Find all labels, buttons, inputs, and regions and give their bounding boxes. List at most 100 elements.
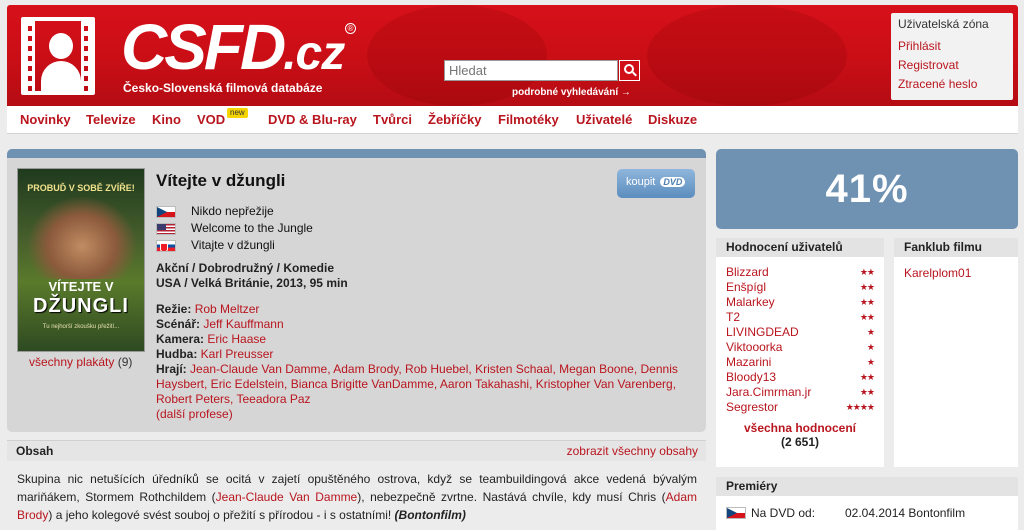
alt-name-row: Nikdo nepřežije (156, 203, 313, 220)
nav-zebricky[interactable]: Žebříčky (428, 112, 481, 127)
cast-links[interactable]: Jean-Claude Van Damme, Adam Brody, Rob H… (156, 362, 678, 406)
nav-diskuze[interactable]: Diskuze (648, 112, 697, 127)
rating-user-link[interactable]: Mazarini (726, 355, 771, 369)
fanclub-member-link[interactable]: Karelplom01 (894, 257, 1018, 280)
summary-text: Skupina nic netušících úředníků se ocitá… (17, 470, 697, 524)
star-rating-icon: ★★ (859, 387, 875, 397)
fanclub-title: Fanklub filmu (894, 238, 1018, 257)
premiere-row: Na DVD od: 02.04.2014 Bontonfilm (716, 504, 1018, 522)
rating-user-link[interactable]: Viktooorka (726, 340, 782, 354)
summary-source: (Bontonfilm) (394, 508, 466, 522)
alt-name: Welcome to the Jungle (191, 221, 313, 235)
summary-part: ) a jeho kolegové svést souboj o přežití… (48, 508, 392, 522)
film-origin: USA / Velká Británie, 2013, 95 min (156, 276, 348, 290)
director-label: Režie: (156, 302, 192, 316)
writer-link[interactable]: Jeff Kauffmann (203, 317, 283, 331)
premiere-label: Na DVD od: (751, 506, 816, 520)
nav-dvd-bluray[interactable]: DVD & Blu-ray (268, 112, 357, 127)
user-rating-row: Jara.Cimrman.jr ★★ (716, 385, 884, 400)
site-logo[interactable]: CSFD.cz (121, 15, 345, 86)
user-rating-row: Mazarini ★ (716, 355, 884, 370)
show-all-summaries-link[interactable]: zobrazit všechny obsahy (567, 444, 698, 458)
user-rating-row: LIVINGDEAD ★ (716, 325, 884, 340)
czech-flag-icon (726, 507, 746, 519)
star-rating-icon: ★★ (859, 282, 875, 292)
rating-user-link[interactable]: T2 (726, 310, 740, 324)
logo-film-icon[interactable] (21, 17, 95, 95)
header-decoration (647, 5, 847, 106)
rating-user-link[interactable]: Enšpígl (726, 280, 766, 294)
star-rating-icon: ★★★★ (845, 402, 875, 412)
rating-user-link[interactable]: Bloody13 (726, 370, 776, 384)
nav-televize[interactable]: Televize (86, 112, 136, 127)
alt-name-row: Vitajte v džungli (156, 237, 313, 254)
fanclub-panel: Fanklub filmu Karelplom01 (894, 238, 1018, 467)
poster-tagline: PROBUĎ V SOBĚ ZVÍŘE! (27, 183, 135, 193)
advanced-search-link[interactable]: podrobné vyhledávání → (512, 87, 631, 98)
rating-user-link[interactable]: Jara.Cimrman.jr (726, 385, 811, 399)
buy-dvd-button[interactable]: koupit DVD (617, 169, 695, 198)
film-genres-origin: Akční / Dobrodružný / Komedie USA / Velk… (156, 261, 348, 291)
nav-vod[interactable]: VOD (197, 112, 225, 127)
music-link[interactable]: Karl Preusser (201, 347, 274, 361)
nav-tvurci[interactable]: Tvůrci (373, 112, 412, 127)
alt-name-row: Welcome to the Jungle (156, 220, 313, 237)
czech-flag-icon (156, 205, 176, 218)
star-rating-icon: ★★ (859, 372, 875, 382)
buy-label: koupit (626, 176, 656, 188)
new-badge: new (227, 108, 248, 118)
rating-user-link[interactable]: Segrestor (726, 400, 778, 414)
alternative-names: Nikdo nepřežije Welcome to the Jungle Vi… (156, 203, 313, 254)
film-genres: Akční / Dobrodružný / Komedie (156, 261, 335, 275)
user-rating-row: Viktooorka ★ (716, 340, 884, 355)
usa-flag-icon (156, 222, 176, 235)
summary-header: Obsah zobrazit všechny obsahy (7, 440, 706, 461)
all-posters-link[interactable]: všechny plakáty (29, 355, 114, 369)
user-ratings-list: Blizzard ★★ Enšpígl ★★ Malarkey ★★ T2 ★★ LIVINGD… (716, 257, 884, 415)
film-title: Vítejte v džungli (156, 171, 286, 190)
user-rating-row: Blizzard ★★ (716, 265, 884, 280)
rating-user-link[interactable]: LIVINGDEAD (726, 325, 799, 339)
poster-small-text: Tu nejhorší zkoušku přežití... (42, 324, 120, 330)
film-crew: Režie: Rob Meltzer Scénář: Jeff Kauffman… (156, 302, 696, 422)
rating-user-link[interactable]: Blizzard (726, 265, 769, 279)
rating-box: 41% (716, 149, 1018, 229)
more-professions-link[interactable]: (další profese) (156, 407, 233, 421)
director-link[interactable]: Rob Meltzer (195, 302, 260, 316)
alt-name: Vitajte v džungli (191, 238, 275, 252)
premiere-date: 02.04.2014 Bontonfilm (845, 506, 966, 520)
rating-user-link[interactable]: Malarkey (726, 295, 775, 309)
posters-count: (9) (117, 355, 133, 369)
writer-label: Scénář: (156, 317, 201, 331)
nav-kino[interactable]: Kino (152, 112, 181, 127)
poster-title-line2: DŽUNGLI (33, 295, 129, 317)
user-zone: Uživatelská zóna Přihlásit Registrovat Z… (891, 13, 1013, 100)
summary-part: ), nebezpečně zvrtne. Nastává chvíle, kd… (357, 490, 666, 504)
login-link[interactable]: Přihlásit (898, 37, 1006, 56)
star-rating-icon: ★ (866, 357, 875, 367)
logo-domain: .cz (283, 27, 345, 80)
all-ratings-link[interactable]: všechna hodnocení (744, 421, 856, 435)
nav-uzivatele[interactable]: Uživatelé (576, 112, 632, 127)
lost-password-link[interactable]: Ztracené heslo (898, 75, 1006, 94)
slovak-flag-icon (156, 239, 176, 252)
star-rating-icon: ★★ (859, 267, 875, 277)
registered-mark: ® (345, 23, 356, 34)
star-rating-icon: ★★ (859, 312, 875, 322)
film-info-panel: PROBUĎ V SOBĚ ZVÍŘE! VÍTEJTE V DŽUNGLI T… (7, 149, 706, 432)
camera-link[interactable]: Eric Haase (207, 332, 266, 346)
nav-filmoteky[interactable]: Filmotéky (498, 112, 559, 127)
camera-label: Kamera: (156, 332, 205, 346)
user-ratings-panel: Hodnocení uživatelů Blizzard ★★ Enšpígl ★★ M… (716, 238, 884, 467)
register-link[interactable]: Registrovat (898, 56, 1006, 75)
nav-novinky[interactable]: Novinky (20, 112, 71, 127)
film-poster[interactable]: PROBUĎ V SOBĚ ZVÍŘE! VÍTEJTE V DŽUNGLI T… (17, 168, 145, 352)
actor-link[interactable]: Jean-Claude Van Damme (216, 490, 358, 504)
cast-label: Hrají: (156, 362, 187, 376)
user-rating-row: Segrestor ★★★★ (716, 400, 884, 415)
main-nav: Novinky Televize Kino VOD new DVD & Blu-… (7, 106, 1018, 134)
search-input[interactable] (444, 60, 618, 81)
user-rating-row: Malarkey ★★ (716, 295, 884, 310)
search-button[interactable] (619, 60, 640, 81)
site-header: CSFD.cz ® Česko-Slovenská filmová databá… (7, 5, 1018, 106)
